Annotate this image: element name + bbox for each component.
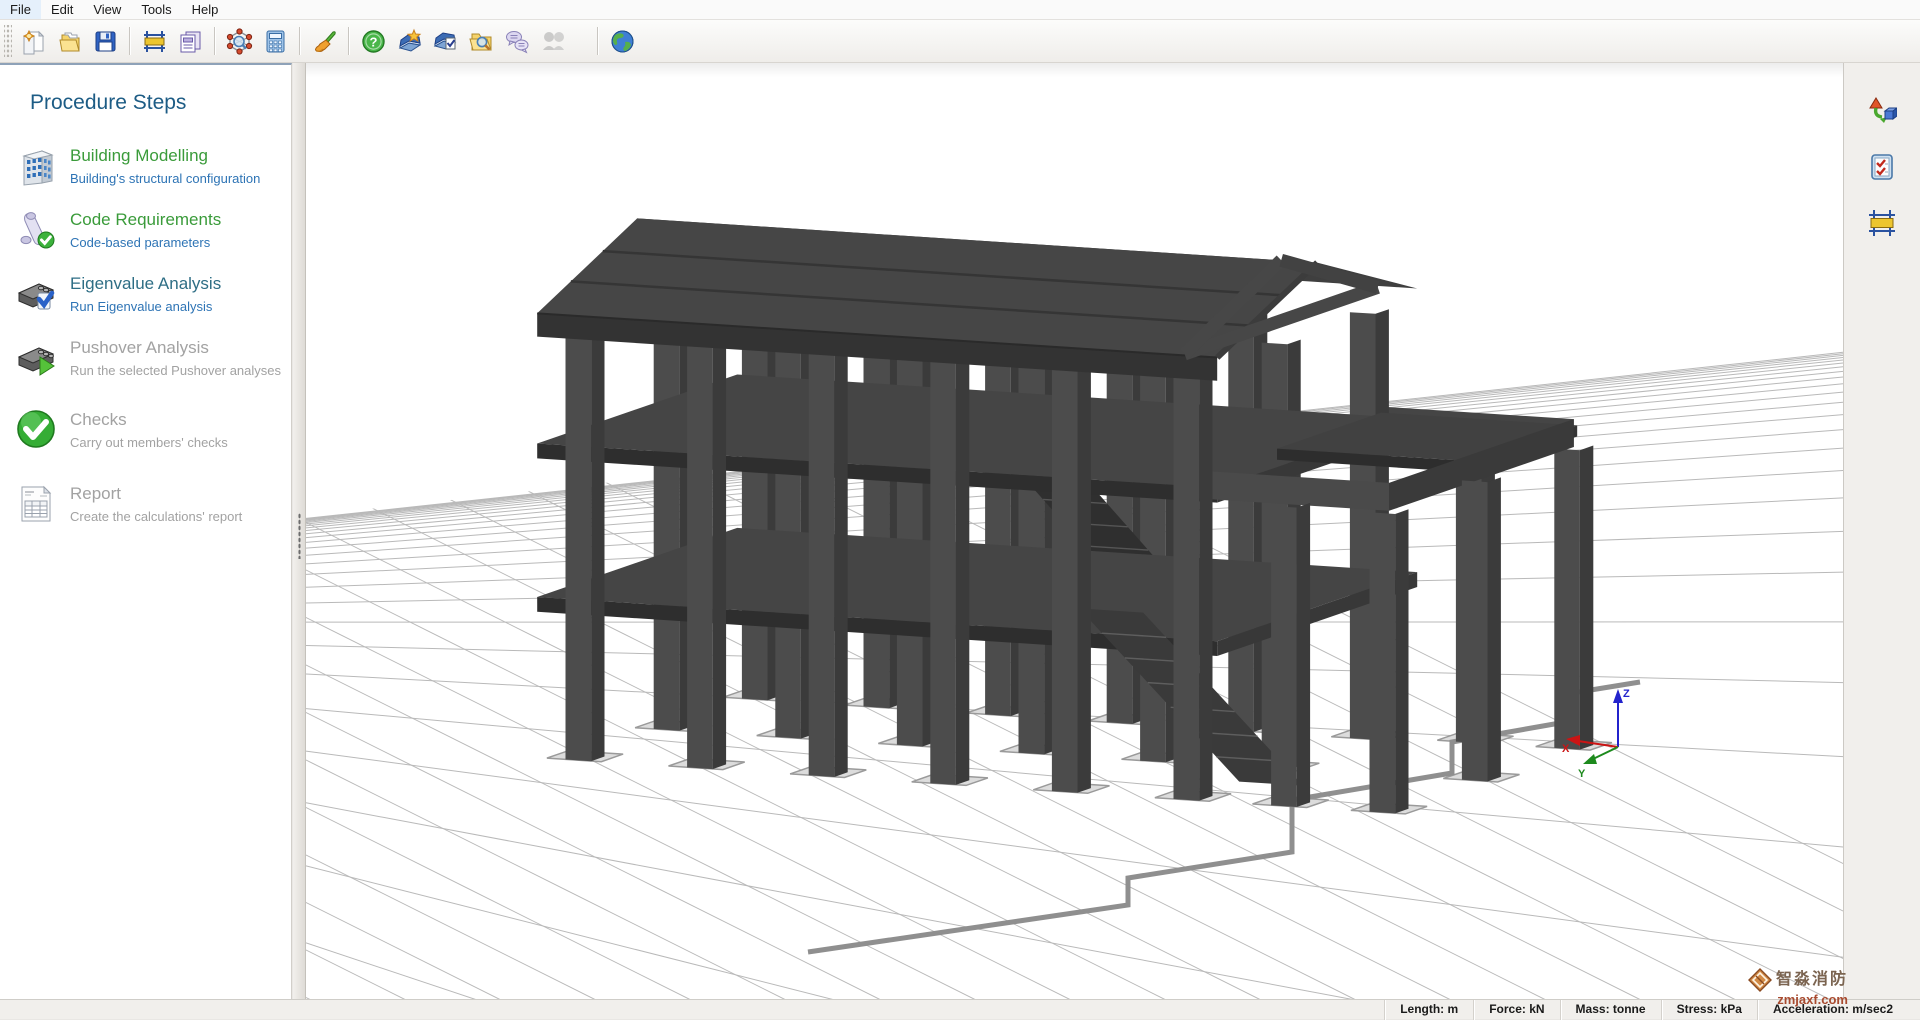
tutorial-book-button[interactable]: [392, 24, 426, 58]
status-acceleration: Acceleration: m/sec2: [1757, 1000, 1908, 1020]
panel-splitter[interactable]: [293, 63, 306, 999]
toolbar-separator: [597, 27, 598, 55]
engine-check-icon: [14, 271, 58, 315]
sidebar-item-code-requirements[interactable]: Code Requirements Code-based parameters: [0, 197, 291, 261]
green-check-icon: [14, 407, 58, 451]
menu-help[interactable]: Help: [182, 0, 229, 19]
tutorial-book-icon: [396, 28, 423, 55]
calculator-button[interactable]: [258, 24, 292, 58]
sidebar-item-report[interactable]: Report Create the calculations' report: [0, 471, 291, 535]
report-layout-icon: [177, 28, 204, 55]
procedure-steps-panel: Procedure Steps Building Modelling Build…: [0, 63, 292, 999]
model-viewer-icon: [226, 28, 253, 55]
step-label: Eigenvalue Analysis: [70, 273, 221, 295]
panel-title: Procedure Steps: [30, 91, 291, 115]
svg-text:?: ?: [369, 34, 377, 49]
scroll-check-icon: [14, 207, 58, 251]
step-sublabel: Carry out members' checks: [70, 434, 228, 451]
save-icon: [92, 28, 119, 55]
website-button[interactable]: [605, 24, 639, 58]
new-project-icon: [20, 28, 47, 55]
help-button[interactable]: ?: [356, 24, 390, 58]
view-orientation-button[interactable]: [1862, 91, 1902, 131]
main-toolbar: ?: [0, 20, 1920, 63]
format-brush-button[interactable]: [307, 24, 341, 58]
building-modeller-button[interactable]: [137, 24, 171, 58]
toolbar-separator: [129, 27, 130, 55]
frame-elements-icon: [1867, 208, 1897, 238]
status-bar: Length: m Force: kN Mass: tonne Stress: …: [0, 999, 1920, 1019]
engine-run-icon: [14, 335, 58, 379]
step-sublabel: Create the calculations' report: [70, 508, 242, 525]
view-orientation-icon: [1867, 96, 1897, 126]
svg-text:X: X: [1562, 743, 1570, 755]
svg-text:Y: Y: [1578, 768, 1586, 780]
toolbar-separator: [299, 27, 300, 55]
new-project-button[interactable]: [16, 24, 50, 58]
model-scene[interactable]: Z X Y: [306, 63, 1843, 999]
search-folder-button[interactable]: [464, 24, 498, 58]
building-modeller-icon: [141, 28, 168, 55]
step-label: Building Modelling: [70, 145, 260, 167]
forum-button[interactable]: [500, 24, 534, 58]
menu-edit[interactable]: Edit: [41, 0, 83, 19]
splitter-grip: [298, 513, 301, 559]
sidebar-item-pushover-analysis[interactable]: Pushover Analysis Run the selected Pusho…: [0, 325, 291, 389]
menu-view[interactable]: View: [83, 0, 131, 19]
toolbar-separator: [214, 27, 215, 55]
search-folder-icon: [468, 28, 495, 55]
toolbar-grip[interactable]: [4, 25, 12, 57]
3d-viewport[interactable]: Z X Y: [306, 63, 1843, 999]
forum-icon: [504, 28, 531, 55]
member-checks-button[interactable]: [1862, 147, 1902, 187]
svg-text:Z: Z: [1623, 688, 1630, 700]
status-mass: Mass: tonne: [1560, 1000, 1661, 1020]
step-sublabel: Code-based parameters: [70, 234, 221, 251]
manual-book-button[interactable]: [428, 24, 462, 58]
sidebar-item-building-modelling[interactable]: Building Modelling Building's structural…: [0, 133, 291, 197]
step-label: Report: [70, 483, 242, 505]
menu-file[interactable]: File: [0, 0, 41, 19]
sidebar-item-eigenvalue-analysis[interactable]: Eigenvalue Analysis Run Eigenvalue analy…: [0, 261, 291, 325]
report-icon: [14, 481, 58, 525]
building-icon: [14, 143, 58, 187]
open-project-button[interactable]: [52, 24, 86, 58]
calculator-icon: [262, 28, 289, 55]
manual-book-icon: [432, 28, 459, 55]
open-project-icon: [56, 28, 83, 55]
step-sublabel: Building's structural configuration: [70, 170, 260, 187]
menu-bar: File Edit View Tools Help: [0, 0, 1920, 20]
step-label: Code Requirements: [70, 209, 221, 231]
member-checks-icon: [1867, 152, 1897, 182]
model-viewer-button[interactable]: [222, 24, 256, 58]
status-force: Force: kN: [1473, 1000, 1559, 1020]
support-button[interactable]: [536, 24, 570, 58]
step-label: Pushover Analysis: [70, 337, 281, 359]
status-length: Length: m: [1384, 1000, 1473, 1020]
help-icon: ?: [360, 28, 387, 55]
view-toolbar: [1843, 63, 1920, 999]
menu-tools[interactable]: Tools: [131, 0, 181, 19]
format-brush-icon: [311, 28, 338, 55]
website-icon: [609, 28, 636, 55]
building-model: [537, 218, 1640, 952]
support-icon: [540, 28, 567, 55]
step-sublabel: Run the selected Pushover analyses: [70, 362, 281, 379]
report-layout-button[interactable]: [173, 24, 207, 58]
toolbar-separator: [348, 27, 349, 55]
save-button[interactable]: [88, 24, 122, 58]
status-stress: Stress: kPa: [1661, 1000, 1757, 1020]
frame-elements-button[interactable]: [1862, 203, 1902, 243]
step-sublabel: Run Eigenvalue analysis: [70, 298, 221, 315]
step-label: Checks: [70, 409, 228, 431]
sidebar-item-checks[interactable]: Checks Carry out members' checks: [0, 397, 291, 461]
